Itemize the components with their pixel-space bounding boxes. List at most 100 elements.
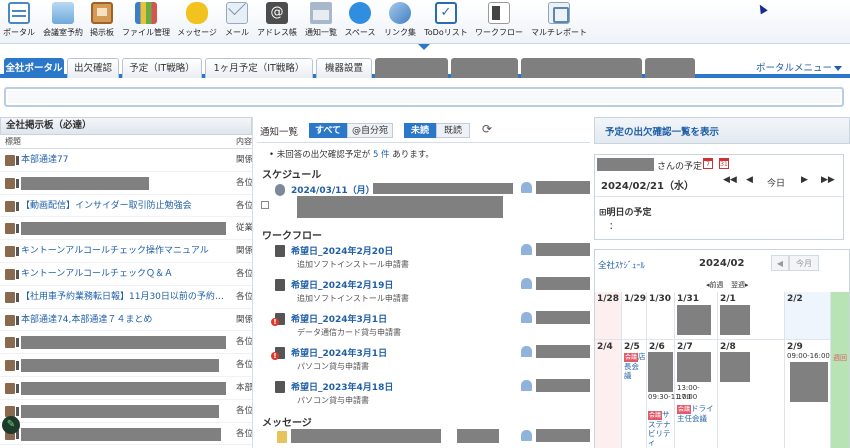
- bulletin-row[interactable]: キントーンアルコールチェック操作マニュアル 関係: [0, 240, 252, 263]
- bulletin-row-title[interactable]: 【動画配信】インサイダー取引防止勉強会: [21, 195, 231, 217]
- bulletin-row[interactable]: 【動画配信】インサイダー取引防止勉強会 各位: [0, 195, 252, 218]
- notice-count-link[interactable]: 5 件: [373, 150, 390, 160]
- day-calendar-icon[interactable]: 7: [703, 158, 713, 169]
- calendar-day-cell[interactable]: 2/2: [785, 292, 831, 340]
- tab-redacted[interactable]: [521, 58, 642, 78]
- calendar-event-link[interactable]: 会議店長会議: [624, 352, 646, 380]
- edit-pen-icon[interactable]: ✎: [2, 416, 20, 434]
- next-week-link[interactable]: 翌週▸: [731, 280, 749, 290]
- next-day-icon[interactable]: ▶: [801, 175, 808, 185]
- bulletin-row-category: 関係: [236, 246, 253, 257]
- toolbar-portal-button[interactable]: ポータル: [2, 2, 36, 40]
- workflow-notification-title[interactable]: 希望日_2023年4月18日: [291, 380, 393, 393]
- redacted-block: [373, 183, 513, 194]
- this-month-button[interactable]: 今月: [789, 255, 819, 271]
- tab-schedule-it[interactable]: 予定（IT戦略）: [122, 58, 202, 78]
- bulletin-column-header: 標題 内容: [0, 135, 252, 149]
- toolbar-meeting-room-button[interactable]: 会議室予約: [42, 2, 84, 40]
- bulletin-row[interactable]: 各位: [0, 172, 252, 195]
- attendance-confirm-link[interactable]: 予定の出欠確認一覧を表示: [594, 117, 850, 144]
- toolbar-multi-report-button[interactable]: マルチレポート: [530, 2, 588, 40]
- company-schedule-link[interactable]: 全社ｽｹｼﾞｭｰﾙ: [598, 259, 645, 271]
- calendar-day-cell[interactable]: 2/1: [718, 292, 785, 340]
- portal-menu-dropdown[interactable]: ポータルメニュー: [756, 60, 842, 74]
- calendar-day-cell[interactable]: 1/30: [647, 292, 675, 340]
- bulletin-row[interactable]: 本部通達77 関係: [0, 149, 252, 172]
- calendar-event-link[interactable]: 会議ドライ主任会議: [677, 404, 717, 423]
- prev-month-button[interactable]: ◀: [771, 255, 789, 271]
- tomorrow-schedule-toggle[interactable]: ⊞明日の予定: [599, 205, 652, 218]
- toolbar-space-button[interactable]: スペース: [343, 2, 377, 40]
- calendar-day-cell[interactable]: 1/29: [622, 292, 647, 340]
- bulletin-row-title[interactable]: キントーンアルコールチェック操作マニュアル: [21, 240, 231, 262]
- bulletin-row[interactable]: 従業: [0, 217, 252, 241]
- redacted-block: [720, 305, 750, 335]
- last-page-icon[interactable]: ▶▶: [821, 175, 835, 185]
- toolbar-link-collection-button[interactable]: リンク集: [382, 2, 418, 40]
- workflow-notification-title[interactable]: 希望日_2024年3月1日: [291, 312, 387, 325]
- today-button[interactable]: 今日: [767, 176, 785, 189]
- tab-equipment[interactable]: 機器設置: [316, 58, 372, 78]
- bulletin-col-category[interactable]: 内容: [236, 135, 252, 149]
- calendar-event-link[interactable]: 会議サステナビリティ: [648, 410, 674, 447]
- bulletin-row-title[interactable]: 本部通達77: [21, 149, 231, 171]
- toolbar-bulletin-board-button[interactable]: 掲示板: [88, 2, 116, 40]
- prev-day-icon[interactable]: ◀: [746, 175, 753, 185]
- calendar-day-cell[interactable]: 2/5 会議店長会議: [622, 340, 647, 448]
- bulletin-row[interactable]: 各位: [0, 331, 252, 355]
- refresh-icon[interactable]: ⟳: [482, 122, 492, 136]
- bulletin-row[interactable]: 各位: [0, 400, 252, 423]
- calendar-day-cell[interactable]: 1/28: [595, 292, 622, 340]
- calendar-day-cell[interactable]: 1/31: [675, 292, 718, 340]
- schedule-checkbox[interactable]: [261, 201, 269, 209]
- toolbar-message-button[interactable]: メッセージ: [176, 2, 218, 40]
- workflow-notification-title[interactable]: 希望日_2024年2月19日: [291, 278, 393, 291]
- tab-company-portal[interactable]: 全社ポータル: [4, 58, 64, 78]
- tab-attendance[interactable]: 出欠確認: [67, 58, 119, 78]
- avatar-icon: [521, 430, 532, 441]
- bulletin-row[interactable]: 各位: [0, 423, 252, 446]
- day-number: 2/5: [624, 342, 640, 352]
- calendar-day-cell[interactable]: 2/4: [595, 340, 622, 448]
- toolbar-workflow-button[interactable]: ワークフロー: [473, 2, 525, 40]
- bulletin-row[interactable]: 【社用車予約業務転日報】11月30日以前の予約にお... 各位: [0, 286, 252, 309]
- tab-redacted[interactable]: [451, 58, 518, 78]
- calendar-day-cell[interactable]: 2/8: [718, 340, 785, 448]
- schedule-notification-date[interactable]: 2024/03/11（月）: [291, 183, 375, 196]
- company-month-calendar: 全社ｽｹｼﾞｭｰﾙ 2024/02 ◀ 今月 ◂前週 翌週▸ 1/28 1/29…: [594, 249, 850, 448]
- bulletin-row-title[interactable]: 【社用車予約業務転日報】11月30日以前の予約にお...: [21, 286, 231, 308]
- bulletin-row-category: 各位: [236, 428, 253, 439]
- bulletin-row-category: 関係: [236, 314, 253, 325]
- event-tag: 会議: [677, 405, 692, 414]
- toolbar-todo-list-button[interactable]: ✓ ToDoリスト: [424, 2, 468, 40]
- bulletin-row-title[interactable]: キントーンアルコールチェックＱ＆Ａ: [21, 263, 231, 285]
- today-event[interactable]: 週回: [833, 354, 849, 363]
- bulletin-row[interactable]: キントーンアルコールチェックＱ＆Ａ 各位: [0, 263, 252, 286]
- prev-week-link[interactable]: ◂前週: [706, 280, 724, 290]
- toolbar-notification-list-button[interactable]: 通知一覧: [304, 2, 338, 40]
- tab-redacted[interactable]: [375, 58, 448, 78]
- workflow-notification-title[interactable]: 希望日_2024年3月1日: [291, 346, 387, 359]
- calendar-day-cell[interactable]: 2/7 13:00-17:00 会議ドライ主任会議: [675, 340, 718, 448]
- month-calendar-icon[interactable]: 31: [719, 158, 729, 169]
- bulletin-row[interactable]: 本部: [0, 377, 252, 400]
- filter-read-button[interactable]: 既読: [436, 123, 470, 138]
- toolbar-mail-button[interactable]: メール: [224, 2, 250, 40]
- bulletin-col-title[interactable]: 標題: [5, 137, 21, 146]
- toolbar-address-book-button[interactable]: @ アドレス帳: [256, 2, 298, 40]
- bulletin-row[interactable]: 本部通達74,本部通達７４まとめ 関係: [0, 309, 252, 332]
- filter-unread-button[interactable]: 未読: [404, 123, 436, 138]
- tab-redacted[interactable]: [645, 58, 695, 78]
- workflow-notification-title[interactable]: 希望日_2024年2月20日: [291, 244, 393, 257]
- bulletin-row-title[interactable]: 本部通達74,本部通達７４まとめ: [21, 309, 231, 331]
- first-page-icon[interactable]: ◀◀: [723, 175, 737, 185]
- filter-all-button[interactable]: すべて: [309, 123, 347, 138]
- toolbar-file-management-button[interactable]: ファイル管理: [121, 2, 171, 40]
- filter-mine-button[interactable]: @自分宛: [347, 123, 393, 138]
- workflow-notification-form: パソコン貸与申請書: [297, 396, 369, 405]
- calendar-day-cell[interactable]: 2/6 09:30-11:00 会議サステナビリティ: [647, 340, 691, 448]
- bulletin-row[interactable]: 各位: [0, 354, 252, 377]
- calendar-day-cell[interactable]: 2/9 09:00-16:00: [785, 340, 831, 448]
- tab-monthly-schedule-it[interactable]: 1ヶ月予定（IT戦略）: [205, 58, 313, 78]
- workflow-icon: [488, 2, 510, 24]
